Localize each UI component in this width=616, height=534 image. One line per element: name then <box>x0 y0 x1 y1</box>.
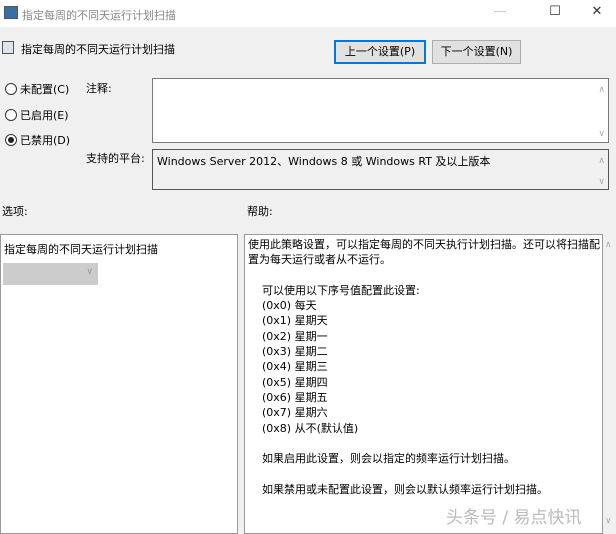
help-line: 使用此策略设置，可以指定每周的不同天执行计划扫描。还可以将扫描配 <box>248 238 600 251</box>
maximize-button[interactable]: ☐ <box>540 4 570 22</box>
radio-label: 已启用(E) <box>20 109 69 122</box>
window-title: 指定每周的不同天运行计划扫描 <box>22 9 176 22</box>
radio-enabled[interactable]: 已启用(E) <box>5 107 69 123</box>
help-line: (0x6) 星期五 <box>248 390 328 404</box>
radio-circle[interactable] <box>5 134 17 146</box>
chevron-down-icon: ∨ <box>86 267 93 277</box>
setting-icon <box>2 41 14 54</box>
minimize-button[interactable]: — <box>485 4 515 22</box>
close-button[interactable]: ✕ <box>582 4 612 22</box>
radio-circle[interactable] <box>5 109 17 121</box>
help-line: (0x4) 星期三 <box>248 360 328 374</box>
scroll-down-icon[interactable]: ∨ <box>605 516 612 526</box>
option-setting-label: 指定每周的不同天运行计划扫描 <box>4 243 158 256</box>
platform-value: Windows Server 2012、Windows 8 或 Windows … <box>157 155 491 168</box>
policy-app-icon <box>4 6 18 19</box>
next-setting-button[interactable]: 下一个设置(N) <box>432 40 521 64</box>
radio-not-configured[interactable]: 未配置(C) <box>5 81 69 97</box>
help-line: (0x5) 星期四 <box>248 375 328 389</box>
help-line <box>248 436 599 451</box>
scroll-down-icon[interactable]: ∨ <box>598 129 605 139</box>
radio-label: 未配置(C) <box>20 83 70 96</box>
platform-label: 支持的平台: <box>86 152 145 165</box>
help-line: (0x0) 每天 <box>248 299 317 313</box>
previous-setting-button[interactable]: 上一个设置(P) <box>334 40 426 64</box>
radio-disabled[interactable]: 已禁用(D) <box>5 132 70 148</box>
scroll-up-icon[interactable]: ∧ <box>598 156 605 166</box>
help-line: 如果禁用或未配置此设置，则会以默认频率运行计划扫描。 <box>248 482 548 496</box>
help-line: 置为每天运行或者从不运行。 <box>248 253 391 267</box>
day-dropdown[interactable]: ∨ <box>3 263 98 285</box>
scroll-up-icon[interactable]: ∧ <box>605 240 612 250</box>
help-line: (0x8) 从不(默认值) <box>248 421 359 435</box>
help-line: 如果启用此设置，则会以指定的频率运行计划扫描。 <box>248 452 515 466</box>
radio-circle[interactable] <box>5 83 17 95</box>
radio-label: 已禁用(D) <box>20 134 71 147</box>
title-bar: 指定每周的不同天运行计划扫描 — ☐ ✕ <box>0 0 616 27</box>
comment-textarea[interactable]: ∧ ∨ <box>152 78 609 143</box>
comment-label: 注释: <box>86 82 112 95</box>
help-text: 使用此策略设置，可以指定每周的不同天执行计划扫描。还可以将扫描配 置为每天运行或者… <box>248 237 600 497</box>
help-line <box>248 268 599 283</box>
options-panel: 指定每周的不同天运行计划扫描 ∨ <box>0 234 238 534</box>
options-label: 选项: <box>2 205 28 218</box>
scroll-down-icon[interactable]: ∨ <box>598 177 605 187</box>
setting-title: 指定每周的不同天运行计划扫描 <box>21 43 175 56</box>
help-panel: 使用此策略设置，可以指定每周的不同天执行计划扫描。还可以将扫描配 置为每天运行或者… <box>244 234 603 534</box>
supported-platform-box: Windows Server 2012、Windows 8 或 Windows … <box>152 149 609 190</box>
scroll-up-icon[interactable]: ∧ <box>598 85 605 95</box>
help-line: 可以使用以下序号值配置此设置: <box>248 283 420 297</box>
help-line: (0x1) 星期天 <box>248 314 328 328</box>
help-line: (0x2) 星期一 <box>248 329 328 343</box>
help-line <box>248 466 599 481</box>
help-line: (0x3) 星期二 <box>248 345 328 359</box>
help-label: 帮助: <box>247 205 273 218</box>
help-line: (0x7) 星期六 <box>248 406 328 420</box>
watermark: 头条号 / 易点快讯 <box>446 508 582 528</box>
